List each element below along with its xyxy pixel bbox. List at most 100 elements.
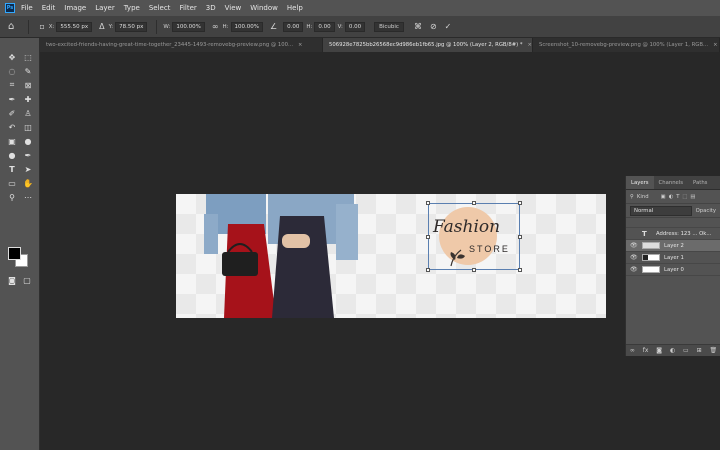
logo-store-text: STORE xyxy=(469,244,510,254)
menu-help[interactable]: Help xyxy=(287,4,303,12)
mask-icon[interactable]: ◙ xyxy=(656,347,662,354)
fx-icon[interactable]: fx xyxy=(643,347,649,354)
width-field[interactable]: 100.00% xyxy=(172,21,205,32)
panel-tabs: Layers Channels Paths xyxy=(626,176,720,190)
crop-tool-icon[interactable]: ⌗ xyxy=(4,78,20,92)
tab-document-2[interactable]: 506928e7825bb26568ec9d986eb1fb65.jpg @ 1… xyxy=(323,38,533,52)
tab-paths[interactable]: Paths xyxy=(688,176,712,189)
group-icon[interactable]: ▭ xyxy=(683,347,689,354)
path-selection-tool-icon[interactable]: ➤ xyxy=(20,162,36,176)
quick-mask-icon[interactable]: ◙ xyxy=(6,274,18,286)
document-tabs: two-excited-friends-having-great-time-to… xyxy=(40,38,720,52)
options-bar: ⌂ ▫ X: 555.50 px Δ Y: 78.50 px W: 100.00… xyxy=(0,16,720,38)
rectangle-tool-icon[interactable]: ▭ xyxy=(4,176,20,190)
eyedropper-tool-icon[interactable]: ✒ xyxy=(4,92,20,106)
history-brush-tool-icon[interactable]: ↶ xyxy=(4,120,20,134)
close-icon[interactable]: × xyxy=(528,42,532,48)
tab-layers[interactable]: Layers xyxy=(626,176,654,189)
link-layers-icon[interactable]: ∞ xyxy=(630,347,635,354)
transform-bounding-box[interactable]: Fashion STORE xyxy=(426,201,522,272)
home-icon[interactable]: ⌂ xyxy=(8,21,14,32)
menu-type[interactable]: Type xyxy=(124,4,140,12)
foreground-color-swatch[interactable] xyxy=(8,247,21,260)
hskew-label: H: xyxy=(306,23,313,30)
interpolation-select[interactable]: Bicubic xyxy=(374,21,404,32)
tab-channels[interactable]: Channels xyxy=(654,176,689,189)
brush-tool-icon[interactable]: ✐ xyxy=(4,106,20,120)
frame-tool-icon[interactable]: ⊠ xyxy=(20,78,36,92)
menu-3d[interactable]: 3D xyxy=(206,4,216,12)
menu-image[interactable]: Image xyxy=(64,4,86,12)
dodge-tool-icon[interactable]: ● xyxy=(4,148,20,162)
eye-icon[interactable]: 👁 xyxy=(630,242,639,249)
clone-stamp-tool-icon[interactable]: ♙ xyxy=(20,106,36,120)
warp-icon[interactable]: ⌘ xyxy=(414,22,422,31)
fashion-photo xyxy=(204,194,358,318)
layer-row[interactable]: 👁 Layer 1 xyxy=(626,252,720,264)
transform-handle[interactable] xyxy=(426,235,430,239)
eye-icon[interactable]: 👁 xyxy=(630,266,639,273)
menu-file[interactable]: File xyxy=(21,4,33,12)
y-position-field[interactable]: 78.50 px xyxy=(115,21,148,32)
hand-tool-icon[interactable]: ✋ xyxy=(20,176,36,190)
link-icon[interactable]: ∞ xyxy=(212,22,219,31)
layer-row[interactable]: 👁 Layer 0 xyxy=(626,264,720,276)
commit-transform-icon[interactable]: ✓ xyxy=(445,22,452,31)
v-skew-field[interactable]: 0.00 xyxy=(344,21,366,32)
layer-filter[interactable]: ⚲ Kind ▣◐T⬚▤ xyxy=(626,190,720,204)
adjustment-icon[interactable]: ◐ xyxy=(670,347,675,354)
move-tool-icon[interactable]: ✥ xyxy=(4,50,20,64)
eraser-tool-icon[interactable]: ◫ xyxy=(20,120,36,134)
blend-mode-select[interactable]: Normal xyxy=(630,205,692,216)
quick-select-tool-icon[interactable]: ✎ xyxy=(20,64,36,78)
x-label: X: xyxy=(48,23,55,30)
layer-name: Layer 0 xyxy=(664,266,684,273)
transform-handle[interactable] xyxy=(518,268,522,272)
handbag xyxy=(222,252,258,276)
trash-icon[interactable]: 🗑 xyxy=(709,347,717,354)
layer-name: Address: 123 ... Ok... xyxy=(656,230,712,237)
menu-window[interactable]: Window xyxy=(250,4,278,12)
layer-thumbnail xyxy=(642,242,660,249)
menu-filter[interactable]: Filter xyxy=(179,4,196,12)
tab-document-3[interactable]: Screenshot_10-removebg-preview.png @ 100… xyxy=(533,38,720,52)
layer-row[interactable]: 👁 Layer 2 xyxy=(626,240,720,252)
menu-view[interactable]: View xyxy=(225,4,242,12)
blur-tool-icon[interactable]: ● xyxy=(20,134,36,148)
gradient-tool-icon[interactable]: ▣ xyxy=(4,134,20,148)
screen-mode-icon[interactable]: ▢ xyxy=(21,274,33,286)
layer-row[interactable]: T Address: 123 ... Ok... xyxy=(626,228,720,240)
close-icon[interactable]: × xyxy=(713,42,717,48)
transform-handle[interactable] xyxy=(472,268,476,272)
close-icon[interactable]: × xyxy=(298,42,302,48)
angle-field[interactable]: 0.00 xyxy=(283,21,304,32)
h-skew-field[interactable]: 0.00 xyxy=(314,21,335,32)
black-dress xyxy=(272,216,334,318)
height-field[interactable]: 100.00% xyxy=(230,21,263,32)
menu-select[interactable]: Select xyxy=(149,4,171,12)
cancel-transform-icon[interactable]: ⊘ xyxy=(430,22,437,31)
triangle-icon[interactable]: Δ xyxy=(99,22,104,31)
menu-edit[interactable]: Edit xyxy=(42,4,56,12)
menu-layer[interactable]: Layer xyxy=(95,4,115,12)
transform-handle[interactable] xyxy=(472,201,476,205)
eye-icon[interactable]: 👁 xyxy=(630,254,639,261)
tab-document-1[interactable]: two-excited-friends-having-great-time-to… xyxy=(40,38,323,52)
document-canvas[interactable]: Fashion STORE xyxy=(176,194,606,318)
opacity-label[interactable]: Opacity xyxy=(696,208,716,214)
x-position-field[interactable]: 555.50 px xyxy=(56,21,93,32)
photoshop-logo-icon[interactable]: Ps xyxy=(5,3,15,13)
pen-tool-icon[interactable]: ✒ xyxy=(20,148,36,162)
healing-brush-tool-icon[interactable]: ✚ xyxy=(20,92,36,106)
reference-point-icon[interactable]: ▫ xyxy=(39,22,44,31)
type-tool-icon[interactable]: T xyxy=(4,162,20,176)
zoom-tool-icon[interactable]: ⚲ xyxy=(4,190,20,204)
transform-handle[interactable] xyxy=(518,201,522,205)
more-tools-icon[interactable]: ⋯ xyxy=(20,190,36,204)
lasso-tool-icon[interactable]: ◌ xyxy=(4,64,20,78)
transform-handle[interactable] xyxy=(518,235,522,239)
transform-handle[interactable] xyxy=(426,201,430,205)
transform-handle[interactable] xyxy=(426,268,430,272)
marquee-tool-icon[interactable]: ⬚ xyxy=(20,50,36,64)
new-layer-icon[interactable]: ⊞ xyxy=(697,347,702,354)
